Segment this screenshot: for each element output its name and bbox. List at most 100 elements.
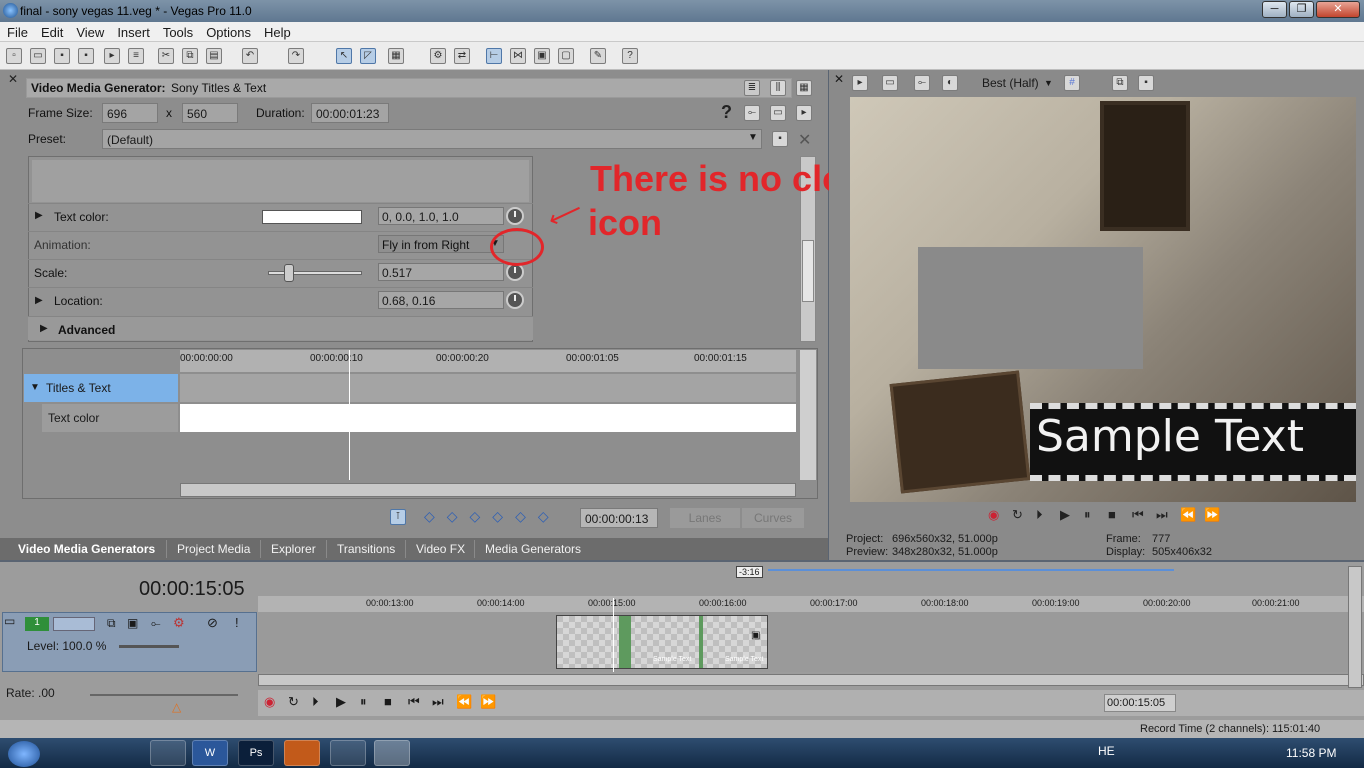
delete-preset-icon[interactable]: ✕ <box>798 130 811 150</box>
track-lane[interactable] <box>258 612 1364 672</box>
stop-icon[interactable]: ■ <box>384 694 392 709</box>
animation-dropdown[interactable]: Fly in from Right <box>378 235 504 253</box>
tab-project-media[interactable]: Project Media <box>166 540 260 558</box>
go-to-start-icon[interactable]: ⏮ <box>408 694 420 710</box>
taskbar-clock[interactable]: 11:58 PM <box>1286 746 1336 760</box>
menu-view[interactable]: View <box>69 22 110 40</box>
tab-video-media-generators[interactable]: Video Media Generators <box>8 540 165 558</box>
preview-fx-icon[interactable]: ⟜ <box>914 75 930 91</box>
view-grid-icon[interactable]: ▦ <box>796 80 812 96</box>
preview-prev-icon[interactable]: ⏮ <box>1132 507 1144 523</box>
properties-scrollbar-thumb[interactable] <box>802 240 814 302</box>
menu-options[interactable]: Options <box>199 22 257 40</box>
auto-crossfade-icon[interactable]: ⋈ <box>510 48 526 64</box>
tab-video-fx[interactable]: Video FX <box>405 540 475 558</box>
scale-value[interactable]: 0.517 <box>378 263 504 281</box>
save-as-icon[interactable]: ▪ <box>78 48 94 64</box>
paste-icon[interactable]: ▤ <box>206 48 222 64</box>
track-level-slider[interactable] <box>119 645 179 648</box>
track-minimize-icon[interactable]: ▭ <box>4 614 15 628</box>
kf-track-titles[interactable]: ▼ Titles & Text <box>24 374 178 402</box>
play-icon[interactable]: ▶ <box>336 694 346 710</box>
kf-time-field[interactable]: 00:00:00:13 <box>580 508 658 528</box>
location-value[interactable]: 0.68, 0.16 <box>378 291 504 309</box>
text-color-swatch[interactable] <box>262 210 362 224</box>
view-columns-icon[interactable]: ⫼ <box>770 80 786 96</box>
render-icon[interactable]: ▸ <box>104 48 120 64</box>
taskbar-photoshop[interactable]: Ps <box>238 740 274 766</box>
loop-region-bar[interactable] <box>768 569 1174 571</box>
menu-tools[interactable]: Tools <box>156 22 199 40</box>
timeline-vscrollbar[interactable] <box>1348 566 1362 688</box>
lanes-button[interactable]: Lanes <box>670 508 740 528</box>
frame-width-field[interactable]: 696 <box>102 103 158 123</box>
copy-icon[interactable]: ⧉ <box>182 48 198 64</box>
sync-cursor-icon[interactable]: ⊺ <box>390 509 406 525</box>
lock-envelopes-icon[interactable]: ⇄ <box>454 48 470 64</box>
rate-slider[interactable] <box>90 694 238 696</box>
location-expand-icon[interactable]: ▶ <box>35 295 43 306</box>
taskbar-vegas[interactable] <box>374 740 410 766</box>
undo-icon[interactable]: ↶ <box>242 48 258 64</box>
tab-media-generators[interactable]: Media Generators <box>474 540 591 558</box>
tab-explorer[interactable]: Explorer <box>260 540 326 558</box>
track-mute-icon[interactable]: ⊘ <box>207 615 218 631</box>
track-header[interactable]: 1 ⧉ ▣ ⟜ ⚙ ⊘ ! Level: 100.0 % <box>2 612 257 672</box>
auto-ripple-icon[interactable]: ⚙ <box>430 48 446 64</box>
rate-slider-thumb[interactable]: △ <box>172 700 181 714</box>
taskbar-app[interactable] <box>330 740 366 766</box>
selection-tool-icon[interactable]: ▦ <box>388 48 404 64</box>
brush-icon[interactable]: ✎ <box>590 48 606 64</box>
prev-frame-icon[interactable]: ⏪ <box>456 694 472 710</box>
kf-track-textcolor[interactable]: Text color <box>42 404 178 432</box>
scale-slider-thumb[interactable] <box>284 264 294 282</box>
panel-close-icon[interactable]: ✕ <box>8 72 18 86</box>
duration-field[interactable]: 00:00:01:23 <box>311 103 389 123</box>
redo-icon[interactable]: ↷ <box>288 48 304 64</box>
track-gear-icon[interactable]: ⚙ <box>173 615 185 631</box>
preview-stop-icon[interactable]: ■ <box>1108 507 1116 522</box>
copy-snapshot-icon[interactable]: ⧉ <box>1112 75 1128 91</box>
play-from-start-icon[interactable]: ⏵ <box>312 694 319 710</box>
preview-prev-frame-icon[interactable]: ⏪ <box>1180 507 1196 523</box>
overlays-icon[interactable]: # <box>1064 75 1080 91</box>
preview-record-icon[interactable]: ◉ <box>988 507 999 523</box>
help-pointer-icon[interactable]: ? <box>622 48 638 64</box>
view-list-icon[interactable]: ≣ <box>744 80 760 96</box>
menu-insert[interactable]: Insert <box>110 22 156 40</box>
preview-next-frame-icon[interactable]: ⏩ <box>1204 507 1220 523</box>
grid-icon[interactable]: ▣ <box>534 48 550 64</box>
envelope-tool-icon[interactable]: ◸ <box>360 48 376 64</box>
kf-track-collapse-icon[interactable]: ▼ <box>30 382 40 393</box>
open-icon[interactable]: ▭ <box>30 48 46 64</box>
timeline-ruler[interactable]: 00:00:13:00 00:00:14:00 00:00:15:00 00:0… <box>258 596 1364 612</box>
keyframe-nav-icons[interactable]: ◇◇◇◇◇◇ <box>424 508 561 525</box>
preset-dropdown[interactable]: (Default) <box>102 129 762 149</box>
preset-save-icon[interactable]: ▭ <box>770 105 786 121</box>
properties-icon[interactable]: ≡ <box>128 48 144 64</box>
start-button[interactable] <box>8 741 40 767</box>
preview-close-icon[interactable]: ✕ <box>834 72 844 86</box>
clip-fx-icon[interactable]: ▣ <box>751 630 760 641</box>
preview-quality-dropdown[interactable]: Best (Half) <box>982 76 1039 90</box>
track-fx-icon[interactable]: ⟜ <box>151 616 161 631</box>
cut-icon[interactable]: ✂ <box>158 48 174 64</box>
preview-next-icon[interactable]: ⏭ <box>1156 507 1168 523</box>
record-icon[interactable]: ◉ <box>264 694 275 710</box>
split-screen-icon[interactable]: ◐ <box>942 75 958 91</box>
tab-transitions[interactable]: Transitions <box>326 540 405 558</box>
zoom-icon[interactable]: ▢ <box>558 48 574 64</box>
kf-lane-textcolor[interactable] <box>180 404 796 432</box>
text-color-value[interactable]: 0, 0.0, 1.0, 1.0 <box>378 207 504 225</box>
minimize-button[interactable]: ─ <box>1262 1 1287 18</box>
preset-chevron-down-icon[interactable]: ▼ <box>748 132 758 143</box>
track-motion-icon[interactable]: ⧉ <box>107 616 116 631</box>
preview-loop-icon[interactable]: ↻ <box>1012 507 1023 523</box>
external-monitor-icon[interactable]: ▭ <box>882 75 898 91</box>
kf-vscrollbar[interactable] <box>800 350 816 480</box>
taskbar-firefox[interactable] <box>284 740 320 766</box>
text-color-clock-icon[interactable] <box>506 207 524 225</box>
next-frame-icon[interactable]: ⏩ <box>480 694 496 710</box>
scale-slider-track[interactable] <box>268 271 362 275</box>
transport-time-field[interactable]: 00:00:15:05 <box>1104 694 1176 712</box>
